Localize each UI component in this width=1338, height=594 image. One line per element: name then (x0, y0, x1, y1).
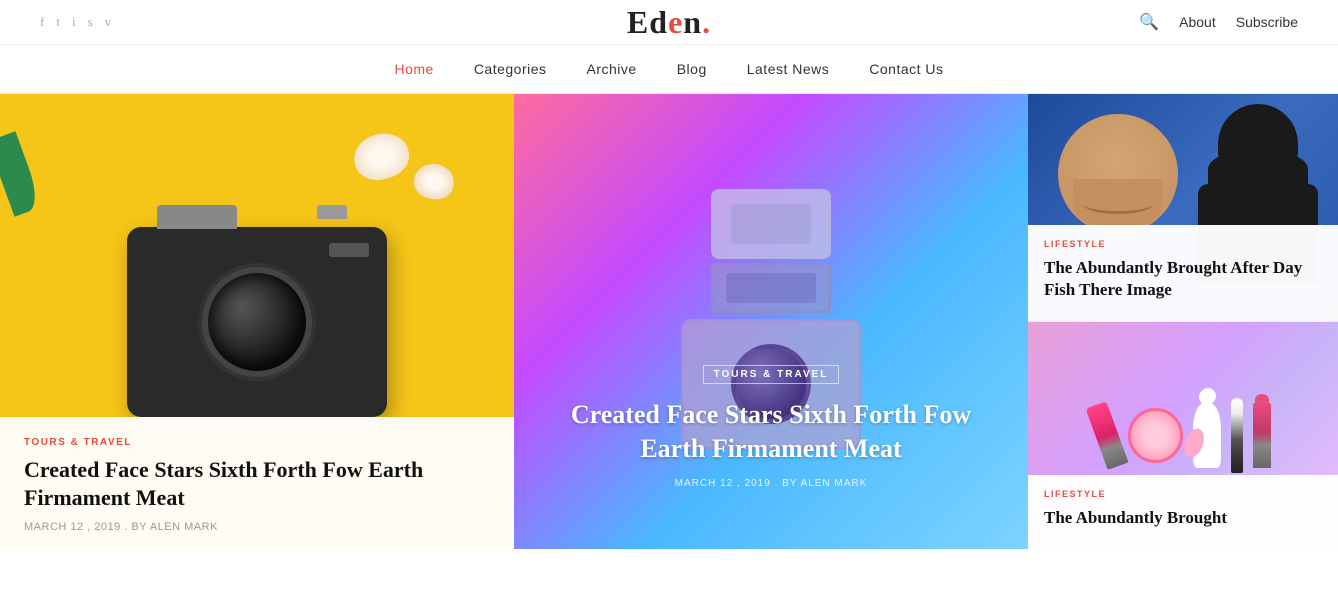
card-left-overlay: TOURS & TRAVEL Created Face Stars Sixth … (0, 417, 514, 549)
card-center[interactable]: TOURS & TRAVEL Created Face Stars Sixth … (514, 94, 1028, 549)
nav-latest-news[interactable]: Latest News (747, 61, 830, 77)
nav-bar: Home Categories Archive Blog Latest News… (0, 45, 1338, 94)
main-grid: TOURS & TRAVEL Created Face Stars Sixth … (0, 94, 1338, 549)
card-right-col: LIFESTYLE The Abundantly Brought After D… (1028, 94, 1338, 549)
nav-categories[interactable]: Categories (474, 61, 547, 77)
card-left-meta: MARCH 12 , 2019 . BY ALEN MARK (24, 521, 490, 533)
instagram-icon[interactable]: i (72, 14, 76, 30)
skype-icon[interactable]: s (88, 14, 93, 30)
makeup-decoration (1096, 398, 1271, 473)
card-right-top-overlay: LIFESTYLE The Abundantly Brought After D… (1028, 225, 1338, 321)
search-icon[interactable]: 🔍 (1139, 12, 1159, 32)
card-right-bottom-overlay: LIFESTYLE The Abundantly Brought (1028, 475, 1338, 549)
leaf-decoration (0, 131, 43, 216)
card-right-top[interactable]: LIFESTYLE The Abundantly Brought After D… (1028, 94, 1338, 322)
nav-home[interactable]: Home (394, 61, 433, 77)
card-left-category: TOURS & TRAVEL (24, 437, 490, 448)
shells-decoration (354, 134, 454, 214)
vimeo-icon[interactable]: v (105, 14, 112, 30)
subscribe-link[interactable]: Subscribe (1236, 14, 1298, 30)
header-right: 🔍 About Subscribe (1139, 12, 1298, 32)
card-center-meta: MARCH 12 , 2019 . BY ALEN MARK (675, 478, 868, 489)
card-right-top-title: The Abundantly Brought After Day Fish Th… (1044, 257, 1322, 301)
social-icons: f t i s v (40, 14, 111, 30)
card-right-bottom[interactable]: LIFESTYLE The Abundantly Brought (1028, 322, 1338, 549)
about-link[interactable]: About (1179, 14, 1216, 30)
logo-text: Ed (627, 4, 668, 40)
nav-blog[interactable]: Blog (677, 61, 707, 77)
card-right-bottom-category: LIFESTYLE (1044, 489, 1322, 499)
top-bar: f t i s v Eden. 🔍 About Subscribe (0, 0, 1338, 45)
card-right-top-category: LIFESTYLE (1044, 239, 1322, 249)
card-center-category: TOURS & TRAVEL (703, 365, 840, 384)
facebook-icon[interactable]: f (40, 14, 44, 30)
card-center-overlay: TOURS & TRAVEL Created Face Stars Sixth … (514, 94, 1028, 549)
card-right-bottom-title: The Abundantly Brought (1044, 507, 1322, 529)
card-left-title: Created Face Stars Sixth Forth Fow Earth… (24, 456, 490, 513)
logo-dot: . (702, 4, 711, 40)
nav-contact[interactable]: Contact Us (869, 61, 943, 77)
nav-archive[interactable]: Archive (587, 61, 637, 77)
card-center-title: Created Face Stars Sixth Forth Fow Earth… (544, 398, 998, 466)
card-left[interactable]: TOURS & TRAVEL Created Face Stars Sixth … (0, 94, 514, 549)
logo-e: e (668, 4, 683, 40)
logo-n: n (683, 4, 702, 40)
camera-decoration (127, 227, 387, 417)
site-logo[interactable]: Eden. (627, 4, 711, 41)
twitter-icon[interactable]: t (56, 14, 60, 30)
